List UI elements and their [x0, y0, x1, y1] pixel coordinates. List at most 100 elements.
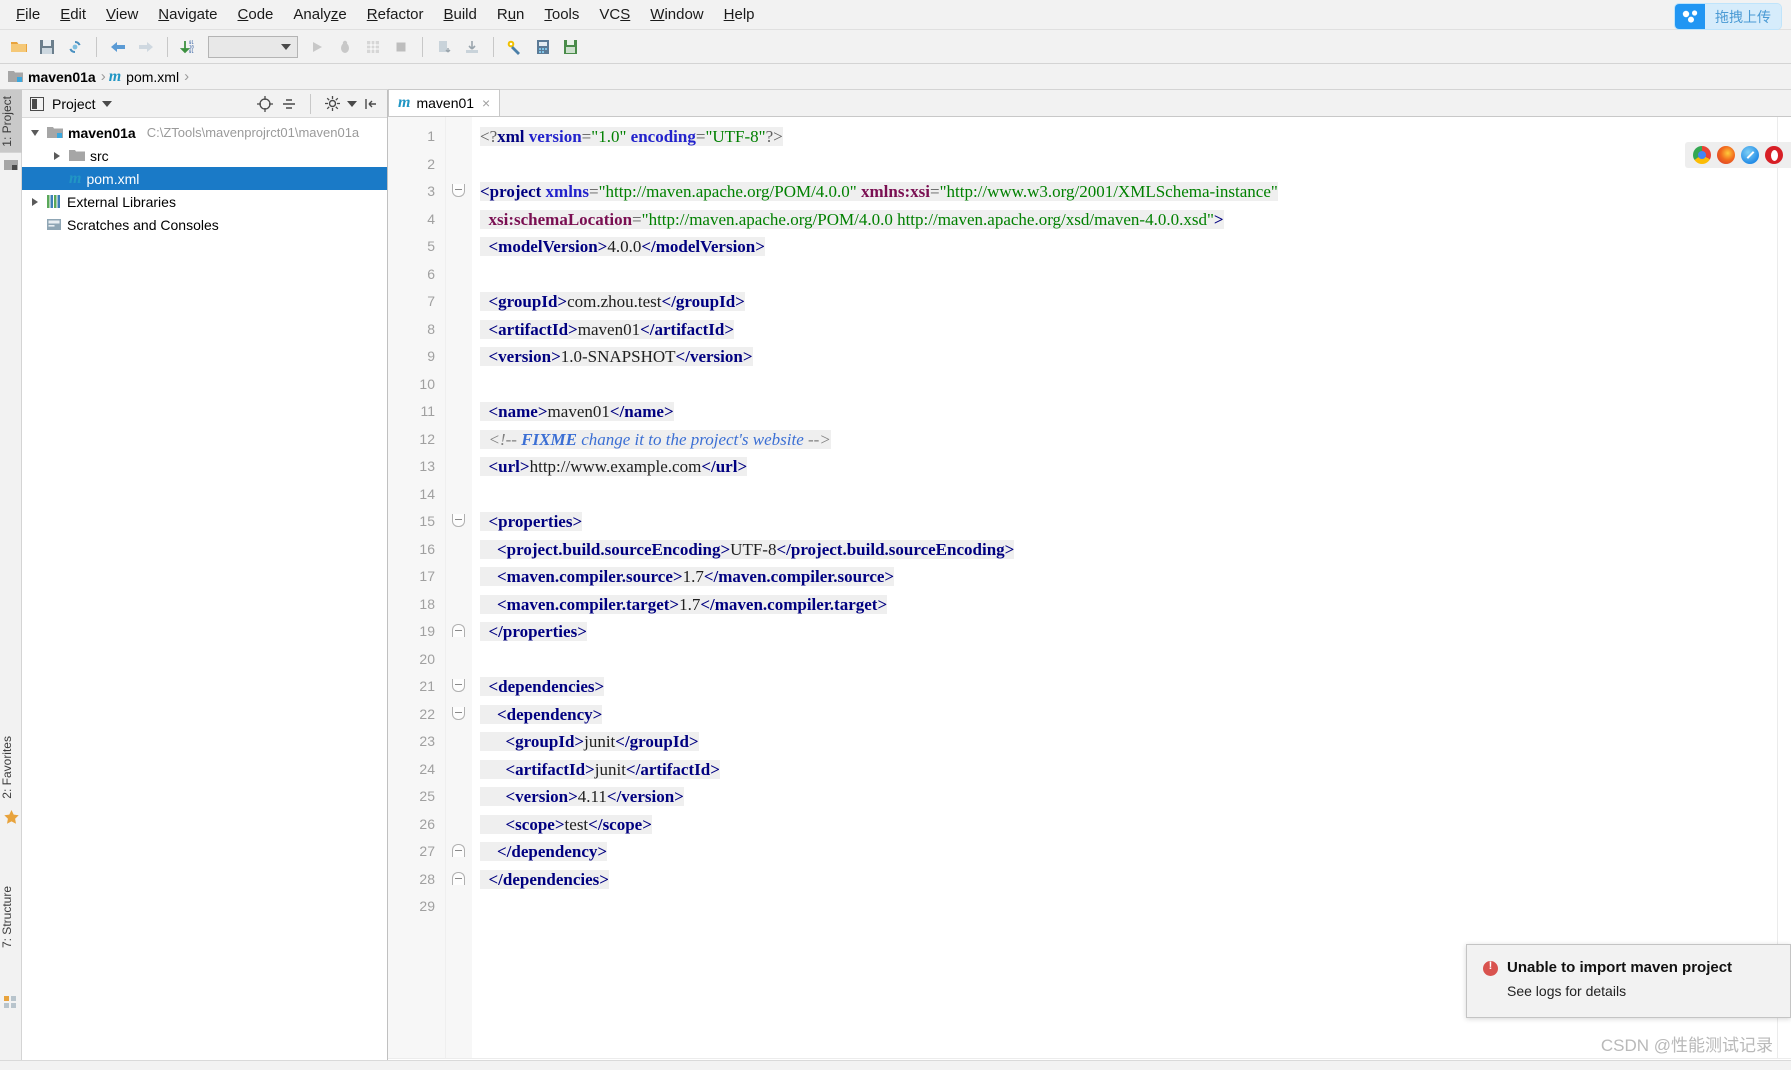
firefox-icon[interactable]	[1717, 146, 1735, 164]
code-token: <artifactId>	[488, 319, 578, 339]
code-token: </name>	[609, 402, 674, 421]
chevron-down-icon[interactable]	[28, 126, 42, 140]
menu-item-refactor[interactable]: Refactor	[357, 3, 434, 26]
editor-tab-maven01[interactable]: m maven01 ×	[388, 89, 501, 116]
menu-item-code[interactable]: Code	[228, 3, 284, 26]
menu-item-vcs[interactable]: VCS	[589, 3, 640, 26]
menu-item-tools[interactable]: Tools	[534, 3, 589, 26]
menu-item-file[interactable]: File	[6, 3, 50, 26]
fold-gutter[interactable]	[446, 117, 472, 1058]
gear-icon[interactable]	[323, 95, 341, 113]
breadcrumb-item-maven01a[interactable]: maven01a	[8, 69, 100, 85]
code-viewport[interactable]: 1 2 3 4 5 6 7 8 9 10 11 12 13 14 15 16 17 18 19 20 21 22 23 24 2…	[388, 117, 1791, 1058]
fold-toggle-icon[interactable]	[452, 624, 465, 637]
save-db-icon[interactable]	[558, 34, 584, 60]
breadcrumb-item-pom-xml[interactable]: m pom.xml	[109, 68, 183, 86]
collapse-all-icon[interactable]	[280, 95, 298, 113]
notification-balloon[interactable]: Unable to import maven project See logs …	[1466, 944, 1791, 1018]
debug-icon[interactable]	[332, 34, 358, 60]
hide-panel-icon[interactable]	[363, 95, 381, 113]
tree-item-src[interactable]: src	[22, 144, 387, 167]
close-icon[interactable]: ×	[482, 95, 490, 111]
breadcrumb-label: maven01a	[28, 68, 96, 85]
line-number: 25	[419, 788, 435, 804]
main-toolbar: 01 10 01	[0, 30, 1791, 64]
chevron-right-icon[interactable]	[28, 195, 42, 209]
code-content[interactable]: <?xml version="1.0" encoding="UTF-8"?> <…	[472, 117, 1777, 1058]
fold-toggle-icon[interactable]	[452, 844, 465, 857]
line-number: 7	[427, 293, 435, 309]
project-structure-icon[interactable]	[530, 34, 556, 60]
fold-toggle-icon[interactable]	[452, 871, 465, 885]
menu-item-edit[interactable]: Edit	[50, 3, 96, 26]
open-project-icon[interactable]	[6, 34, 32, 60]
menu-item-window[interactable]: Window	[640, 3, 713, 26]
synchronize-icon[interactable]	[62, 34, 88, 60]
locate-icon[interactable]	[256, 95, 274, 113]
fold-toggle-icon[interactable]	[452, 514, 465, 527]
commit-icon[interactable]	[459, 34, 485, 60]
project-tree[interactable]: maven01a C:\ZTools\mavenprojrct01\maven01…	[22, 118, 387, 1070]
run-configuration-select[interactable]	[208, 35, 298, 58]
code-token: <project	[480, 182, 542, 201]
menu-item-help[interactable]: Help	[714, 3, 765, 26]
menu-item-build[interactable]: Build	[433, 3, 486, 26]
fold-toggle-icon[interactable]	[452, 679, 465, 692]
menu-item-run[interactable]: Run	[487, 3, 535, 26]
menu-item-view[interactable]: View	[96, 3, 148, 26]
code-line: <project.build.sourceEncoding>UTF-8</pro…	[472, 536, 1777, 564]
run-icon[interactable]	[304, 34, 330, 60]
tree-item-maven01a[interactable]: maven01a C:\ZTools\mavenprojrct01\maven01…	[22, 121, 387, 144]
browser-launch-strip[interactable]	[1685, 142, 1791, 168]
code-token: </modelVersion>	[641, 237, 765, 256]
tree-item-label: External Libraries	[67, 193, 176, 210]
opera-icon[interactable]	[1765, 146, 1783, 164]
code-token: </scope>	[588, 814, 652, 834]
safari-icon[interactable]	[1741, 146, 1759, 164]
settings-icon[interactable]	[502, 34, 528, 60]
code-token: test	[564, 814, 589, 834]
chevron-down-icon-2[interactable]	[347, 100, 357, 107]
fold-slot	[446, 701, 472, 729]
chevron-right-icon[interactable]	[50, 149, 64, 163]
code-token: </version>	[606, 787, 684, 806]
chevron-down-icon[interactable]	[101, 100, 112, 107]
run-with-coverage-icon[interactable]	[360, 34, 386, 60]
stop-icon[interactable]	[388, 34, 414, 60]
code-token: </maven.compiler.target>	[700, 594, 888, 614]
chrome-icon[interactable]	[1693, 146, 1711, 164]
code-token: xmlns:xsi	[861, 182, 930, 201]
code-token: <groupId>	[505, 732, 585, 751]
upload-badge[interactable]: 拖拽上传	[1675, 4, 1781, 29]
line-number: 10	[419, 375, 435, 392]
sidebar-item-favorites[interactable]: 2: Favorites	[0, 730, 22, 805]
fold-slot	[446, 563, 472, 591]
save-all-icon[interactable]	[34, 34, 60, 60]
menu-item-navigate[interactable]: Navigate	[148, 3, 227, 26]
sidebar-item-structure[interactable]: 7: Structure	[0, 880, 22, 954]
tree-item-external-libraries[interactable]: External Libraries	[22, 190, 387, 213]
navigate-forward-icon[interactable]	[133, 34, 159, 60]
sidebar-item-project[interactable]: 1: Project	[0, 90, 22, 153]
libraries-icon	[47, 195, 62, 208]
compile-icon[interactable]: 01 10 01	[176, 34, 202, 60]
tree-item-pom-xml[interactable]: m pom.xml	[22, 167, 387, 190]
editor-scrollbar[interactable]	[1777, 117, 1791, 1058]
line-number: 23	[419, 733, 435, 749]
tree-item-scratches-and-consoles[interactable]: Scratches and Consoles	[22, 213, 387, 236]
update-project-icon[interactable]	[431, 34, 457, 60]
fold-slot	[446, 508, 472, 536]
code-token: <url>	[488, 457, 530, 476]
tree-item-label: src	[90, 147, 109, 164]
svg-text:01: 01	[189, 49, 194, 54]
toolbar-separator-3	[422, 36, 423, 57]
fold-toggle-icon[interactable]	[452, 706, 465, 720]
fold-toggle-icon[interactable]	[452, 184, 465, 197]
menu-item-analyze[interactable]: Analyze	[283, 3, 356, 26]
navigate-back-icon[interactable]	[105, 34, 131, 60]
